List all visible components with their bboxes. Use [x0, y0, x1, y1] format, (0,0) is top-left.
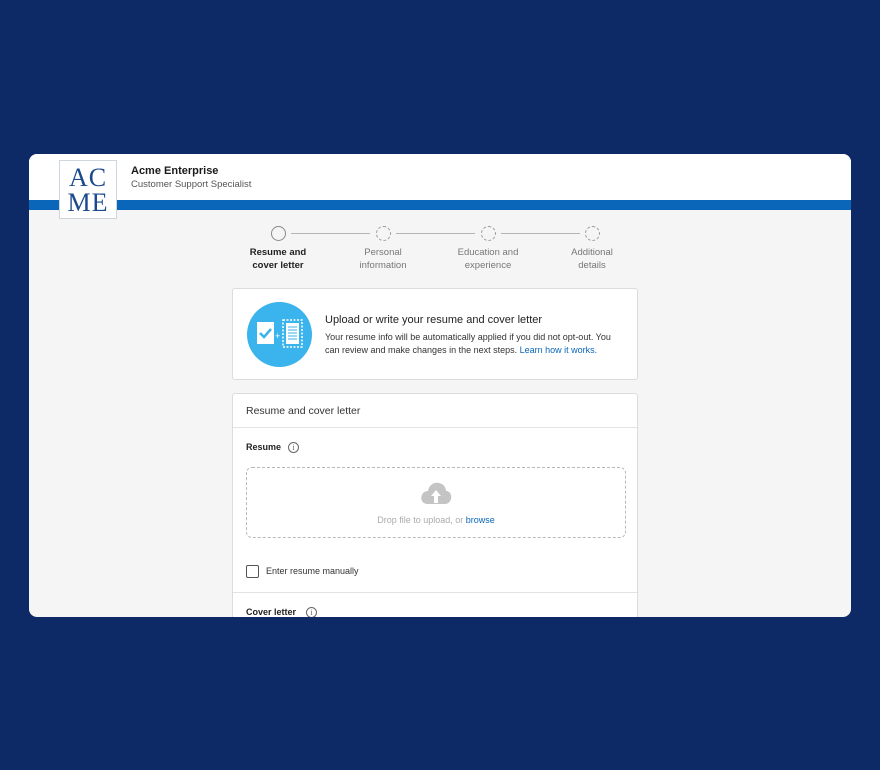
section-header: Resume and cover letter	[233, 394, 637, 428]
logo-line-2: ME	[67, 187, 109, 217]
step-label: Additional details	[571, 247, 613, 271]
intro-title: Upload or write your resume and cover le…	[325, 314, 543, 326]
job-title: Customer Support Specialist	[131, 179, 252, 190]
acme-logo: AC ME	[59, 160, 117, 219]
step-personal-information[interactable]: Personal information	[328, 226, 438, 272]
step-resume-cover-letter[interactable]: Resume and cover letter	[223, 226, 333, 272]
resume-dropzone[interactable]: Drop file to upload, or browse	[246, 467, 626, 538]
step-label: Education and experience	[457, 247, 519, 271]
step-indicator	[270, 226, 286, 241]
top-bar	[29, 154, 851, 200]
resume-label: Resume	[246, 442, 282, 452]
step-indicator	[480, 226, 496, 241]
step-label: Resume and cover letter	[249, 247, 307, 271]
intro-card: + Upload or write your resume and cover …	[232, 288, 638, 380]
drop-instructions: Drop file to upload, or browse	[377, 515, 495, 525]
application-window: AC ME Acme Enterprise Customer Support S…	[29, 154, 851, 617]
learn-how-link[interactable]: Learn how it works.	[520, 345, 598, 355]
resume-form-card: Resume and cover letter Resume i Drop fi…	[232, 393, 638, 617]
enter-manually-checkbox[interactable]	[246, 565, 259, 578]
browse-link[interactable]: browse	[466, 515, 495, 525]
info-icon[interactable]: i	[288, 442, 299, 453]
company-name: Acme Enterprise	[131, 165, 219, 177]
cover-letter-label: Cover letter	[246, 607, 297, 617]
step-label: Personal information	[359, 247, 407, 271]
svg-text:+: +	[275, 331, 280, 341]
enter-manually-label[interactable]: Enter resume manually	[266, 566, 359, 576]
step-additional-details[interactable]: Additional details	[537, 226, 647, 272]
logo-line-1: AC	[68, 162, 108, 192]
info-icon[interactable]: i	[306, 607, 317, 617]
intro-description: Your resume info will be automatically a…	[325, 332, 611, 355]
step-indicator	[375, 226, 391, 241]
step-education-experience[interactable]: Education and experience	[433, 226, 543, 272]
cloud-upload-icon	[421, 482, 452, 504]
section-title: Resume and cover letter	[246, 405, 361, 417]
step-indicator	[584, 226, 600, 241]
document-check-icon: +	[247, 302, 312, 367]
divider	[233, 592, 637, 593]
accent-bar	[29, 200, 851, 210]
